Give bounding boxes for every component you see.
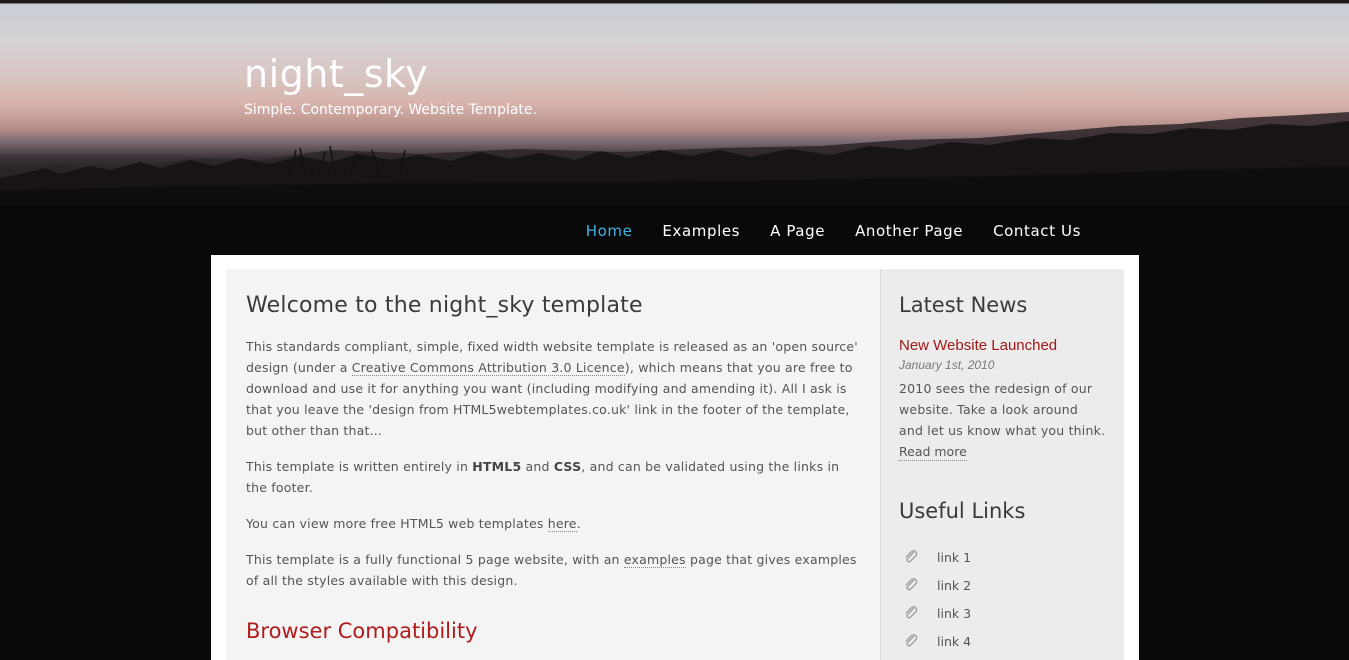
useful-link-label[interactable]: link 3	[937, 606, 971, 621]
functional-paragraph: This template is a fully functional 5 pa…	[246, 549, 860, 591]
news-title: New Website Launched	[899, 337, 1058, 354]
news-text: 2010 sees the redesign of our website. T…	[899, 381, 1106, 438]
menubar: Home Examples A Page Another Page Contac…	[0, 205, 1349, 255]
useful-link-label[interactable]: link 1	[937, 550, 971, 565]
browser-compatibility-heading: Browser Compatibility	[246, 619, 478, 643]
useful-link-item[interactable]: link 3	[899, 599, 1106, 627]
paperclip-icon	[905, 578, 918, 591]
useful-links-heading: Useful Links	[899, 499, 1026, 523]
here-link[interactable]: here	[547, 516, 577, 532]
site-slogan: Simple. Contemporary. Website Template.	[244, 102, 537, 118]
more-text-after: .	[576, 516, 581, 531]
header-banner: night_sky Simple. Contemporary. Website …	[0, 0, 1349, 205]
useful-link-label[interactable]: link 4	[937, 634, 971, 649]
menu-item-contact-us[interactable]: Contact Us	[978, 205, 1096, 255]
sidebar: Latest News New Website Launched January…	[881, 269, 1124, 660]
sunset-landscape-image	[0, 112, 1349, 205]
paperclip-icon	[905, 634, 918, 647]
more-text-before: You can view more free HTML5 web templat…	[246, 516, 548, 531]
useful-link-item[interactable]: link 4	[899, 627, 1106, 655]
examples-link[interactable]: examples	[623, 552, 686, 568]
menu-item-another-page[interactable]: Another Page	[840, 205, 978, 255]
read-more-link[interactable]: Read more	[899, 444, 967, 461]
paperclip-icon	[905, 550, 918, 563]
licence-link[interactable]: Creative Commons Attribution 3.0 Licence	[351, 360, 625, 376]
useful-link-item[interactable]: link 2	[899, 571, 1106, 599]
menu-item-home[interactable]: Home	[571, 205, 648, 255]
useful-link-label[interactable]: link 2	[937, 578, 971, 593]
css-bold: CSS	[553, 459, 582, 474]
intro-paragraph: This standards compliant, simple, fixed …	[246, 336, 860, 441]
html5-bold: HTML5	[472, 459, 522, 474]
latest-news-heading: Latest News	[899, 293, 1028, 317]
functional-text-before: This template is a fully functional 5 pa…	[246, 552, 624, 567]
site-title[interactable]: night_sky	[244, 52, 428, 96]
more-templates-paragraph: You can view more free HTML5 web templat…	[246, 513, 860, 534]
tech-text-mid: and	[521, 459, 554, 474]
useful-links-list: link 1 link 2 link 3 link 4	[899, 543, 1106, 655]
main-menu: Home Examples A Page Another Page Contac…	[571, 205, 1096, 255]
site-content: Welcome to the night_sky template This s…	[211, 255, 1139, 660]
useful-link-item[interactable]: link 1	[899, 543, 1106, 571]
tech-paragraph: This template is written entirely in HTM…	[246, 456, 860, 498]
news-date: January 1st, 2010	[899, 358, 995, 372]
tech-text-before: This template is written entirely in	[246, 459, 473, 474]
page-heading: Welcome to the night_sky template	[246, 293, 643, 318]
menu-item-examples[interactable]: Examples	[647, 205, 755, 255]
paperclip-icon	[905, 606, 918, 619]
main-content: Welcome to the night_sky template This s…	[226, 269, 881, 660]
menu-item-a-page[interactable]: A Page	[755, 205, 840, 255]
